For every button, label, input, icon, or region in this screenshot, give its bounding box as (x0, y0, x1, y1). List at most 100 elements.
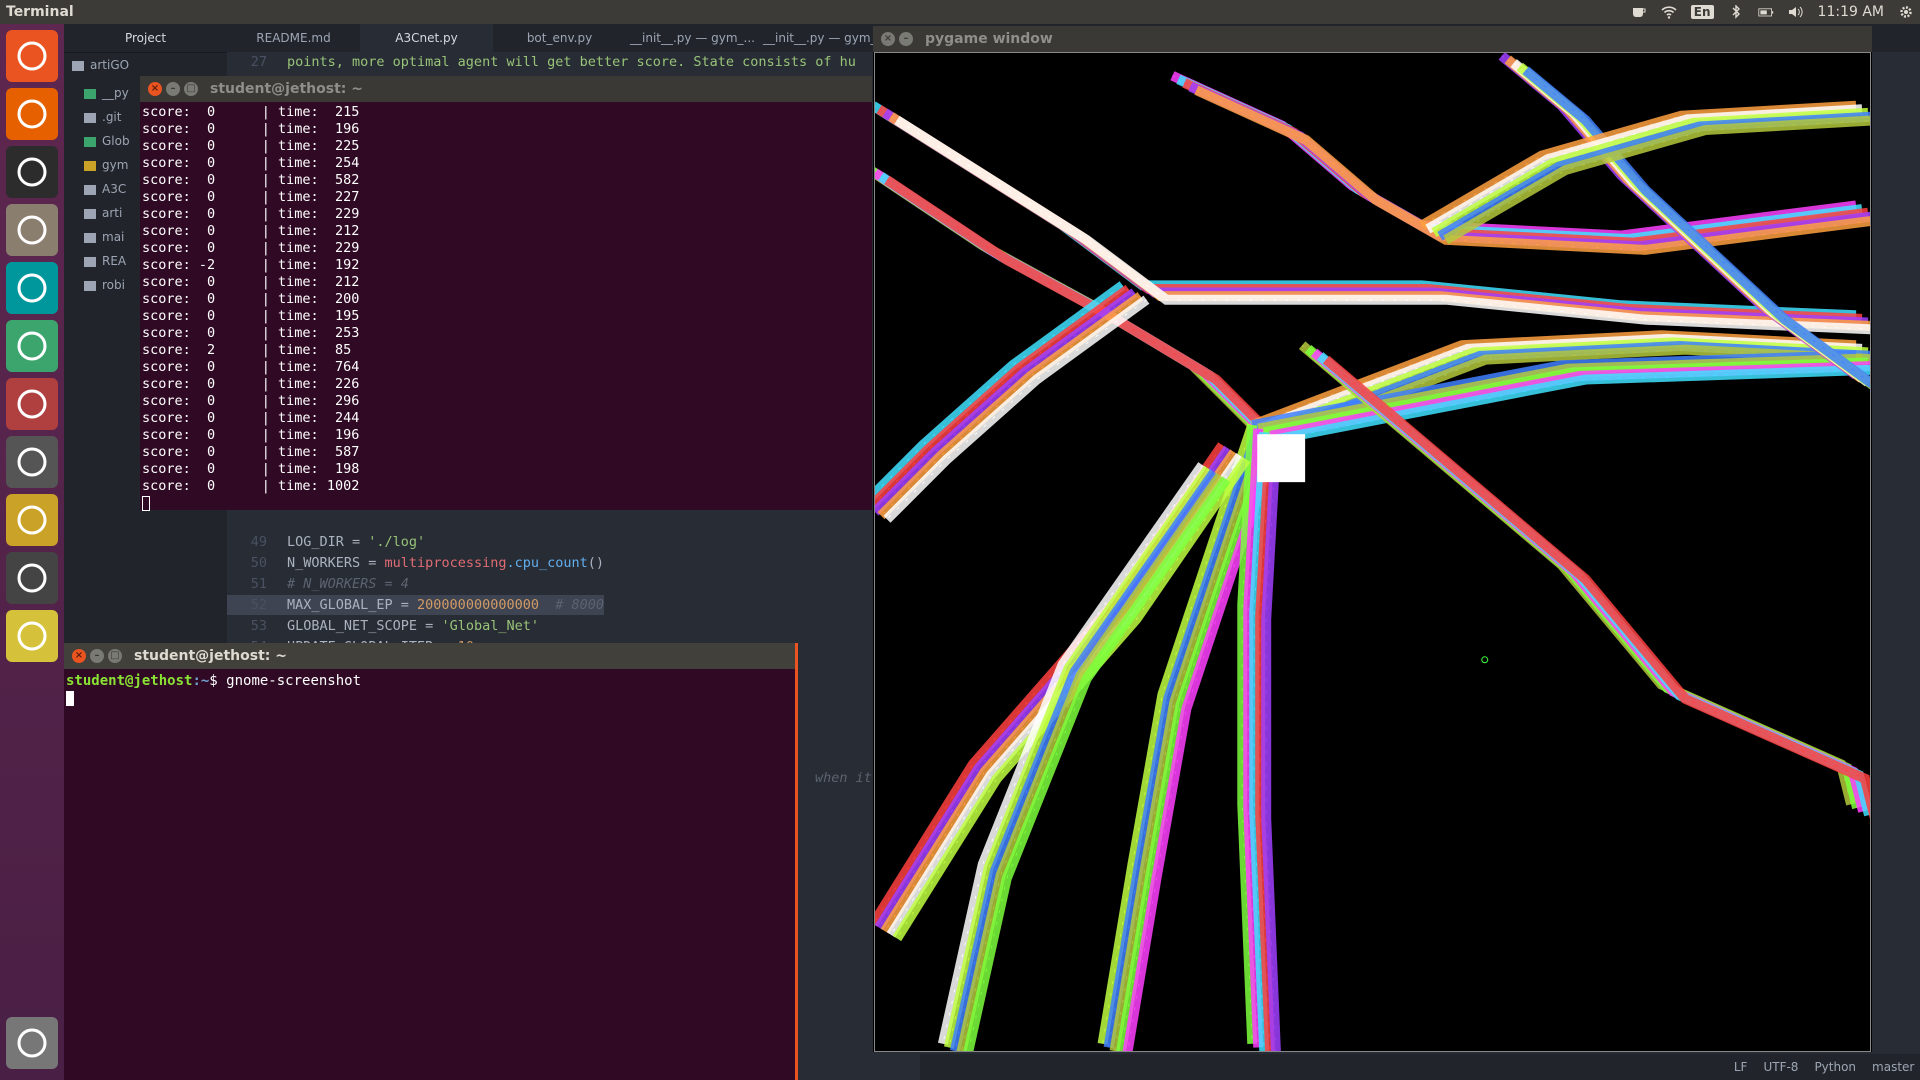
tree-item[interactable]: Glob (84, 134, 130, 148)
robot-trail (876, 105, 1863, 324)
keyboard-layout-indicator[interactable]: En (1690, 5, 1714, 19)
robot-trail (882, 108, 1869, 328)
pygame-window[interactable]: × – pygame window (873, 26, 1872, 1052)
launcher (0, 24, 64, 1080)
status-item[interactable]: Python (1814, 1060, 1856, 1074)
close-icon[interactable]: × (148, 82, 162, 96)
log-line: score: 0 | time: 196 (142, 121, 872, 138)
score-value: 0 (190, 240, 216, 256)
minimize-icon[interactable]: – (90, 649, 104, 663)
terminal-titlebar[interactable]: × – □ student@jethost: ~ (140, 76, 872, 102)
tree-item[interactable]: A3C (84, 182, 126, 196)
file-icon (84, 232, 96, 243)
firefox-icon[interactable] (6, 88, 58, 140)
terminal-icon[interactable] (6, 146, 58, 198)
terminal-output[interactable]: score: 0 | time: 215 score: 0 | time: 196 sc… (140, 102, 872, 512)
folder-icon (84, 136, 96, 147)
line-number: 49 (250, 534, 267, 550)
code-token: './log' (368, 534, 426, 550)
tree-item[interactable]: mai (84, 230, 124, 244)
project-panel-title[interactable]: Project (64, 24, 227, 53)
minimize-icon[interactable]: – (166, 82, 180, 96)
log-line: score: 0 | time: 195 (142, 308, 872, 325)
score-value: 0 (190, 155, 216, 171)
wifi-icon[interactable] (1661, 5, 1677, 19)
training-log-terminal[interactable]: × – □ student@jethost: ~ score: 0 | time:… (140, 76, 872, 512)
time-value: 200 (318, 291, 360, 307)
pygame-titlebar[interactable]: × – pygame window (873, 26, 1872, 52)
time-label: | time: (261, 427, 319, 443)
time-value: 85 (318, 342, 352, 358)
time-label: | time: (261, 274, 319, 290)
system-settings-icon[interactable] (6, 378, 58, 430)
ubuntu-dash-icon[interactable] (6, 30, 58, 82)
tree-item-label: .git (102, 110, 122, 124)
obstacle (1257, 434, 1306, 483)
pygame-title: pygame window (925, 31, 1053, 47)
score-value: 0 (190, 104, 216, 120)
volume-icon[interactable] (1788, 5, 1804, 19)
code-line: 27 points, more optimal agent will get be… (227, 52, 856, 72)
status-item[interactable]: master (1872, 1060, 1914, 1074)
time-value: 1002 (318, 478, 360, 494)
bluetooth-icon[interactable] (1728, 5, 1744, 19)
workspace-switcher-icon[interactable] (6, 436, 58, 488)
arduino-icon[interactable] (6, 262, 58, 314)
tree-item-label: Glob (102, 134, 130, 148)
code-token: MAX_GLOBAL_EP = (287, 597, 418, 613)
terminal-titlebar[interactable]: × – □ student@jethost: ~ (64, 643, 795, 669)
minimize-icon[interactable]: – (899, 32, 913, 46)
line-number: 51 (250, 576, 267, 592)
battery-icon[interactable] (1757, 5, 1774, 19)
tree-item[interactable]: artiGO (72, 58, 129, 72)
folder-icon (84, 160, 96, 171)
tree-item[interactable]: __py (84, 86, 129, 100)
tree-item[interactable]: .git (84, 110, 121, 124)
tree-item[interactable]: gym (84, 158, 128, 172)
gear-icon[interactable] (1898, 5, 1914, 19)
time-value: 587 (318, 444, 360, 460)
editor-tab[interactable]: A3Cnet.py (360, 24, 493, 52)
status-item[interactable]: LF (1734, 1060, 1748, 1074)
score-value: 0 (190, 172, 216, 188)
time-value: 196 (318, 121, 360, 137)
code-token: () (587, 555, 605, 571)
time-label: | time: (261, 444, 319, 460)
log-line: score: 0 | time: 212 (142, 274, 872, 291)
editor-tab[interactable]: README.md (227, 24, 360, 52)
robot-trail (875, 101, 1857, 321)
software-updater-icon[interactable] (6, 552, 58, 604)
time-value: 227 (318, 189, 360, 205)
status-item[interactable]: UTF-8 (1763, 1060, 1798, 1074)
clock[interactable]: 11:19 AM (1818, 4, 1884, 20)
game-app-icon[interactable] (6, 610, 58, 662)
score-label: score: (142, 291, 191, 307)
files-icon[interactable] (6, 204, 58, 256)
editor-tab[interactable]: __init__.py — gym_... (626, 24, 759, 52)
tree-item[interactable]: REA (84, 254, 126, 268)
tree-item-label: gym (102, 158, 129, 172)
tree-item[interactable]: arti (84, 206, 122, 220)
tree-item[interactable]: robi (84, 278, 125, 292)
code-line: 50 N_WORKERS = multiprocessing.cpu_count(… (227, 553, 604, 573)
mug-app-icon[interactable] (6, 494, 58, 546)
close-icon[interactable]: × (72, 649, 86, 663)
score-value: 0 (190, 478, 216, 494)
trash-icon[interactable] (6, 1017, 58, 1069)
coffee-icon[interactable] (1631, 5, 1647, 19)
maximize-icon[interactable]: □ (108, 649, 122, 663)
log-line: score: 0 | time: 296 (142, 393, 872, 410)
terminal-cursor (142, 495, 150, 511)
maximize-icon[interactable]: □ (184, 82, 198, 96)
editor-tab[interactable]: bot_env.py (493, 24, 626, 52)
close-icon[interactable]: × (881, 32, 895, 46)
prompt-user: student@jethost (66, 673, 193, 689)
simulation-canvas[interactable] (874, 52, 1871, 1052)
screenshot-terminal[interactable]: × – □ student@jethost: ~ student@jethost… (64, 643, 798, 1080)
score-label: score: (142, 427, 191, 443)
atom-icon[interactable] (6, 320, 58, 372)
terminal-output[interactable]: student@jethost:~$ gnome-screenshot (64, 669, 795, 707)
code-line: 49 LOG_DIR = './log' (227, 532, 425, 552)
top-panel: Terminal En 11:19 AM (0, 0, 1920, 24)
tree-item-label: A3C (102, 182, 127, 196)
